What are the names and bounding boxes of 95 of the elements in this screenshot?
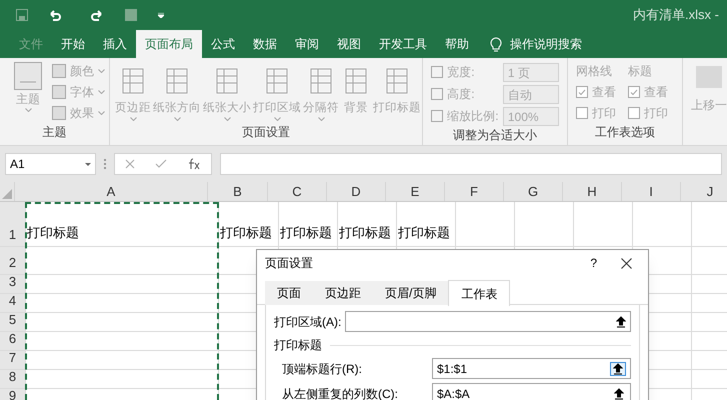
title-range-field[interactable]: $A:$A	[432, 383, 631, 400]
row-header[interactable]: 7	[0, 351, 25, 369]
column-header[interactable]: J	[680, 182, 727, 201]
column-header[interactable]: E	[385, 182, 444, 201]
checkbox-label: 打印	[644, 105, 668, 122]
checkmark-icon	[578, 88, 586, 96]
confirm-icon[interactable]	[155, 159, 167, 169]
checkbox-label: 查看	[592, 84, 616, 101]
group-label: 主题	[42, 124, 68, 141]
chevron-down-icon	[24, 108, 32, 112]
column-header[interactable]: B	[207, 182, 267, 201]
column-header[interactable]: D	[326, 182, 385, 201]
swatch-icon	[52, 85, 66, 99]
option-heading: 标题	[628, 63, 653, 80]
theme-icon	[14, 62, 42, 90]
row-header[interactable]: 3	[0, 275, 25, 293]
field-label: 从左侧重复的列数(C):	[282, 386, 399, 400]
column-header[interactable]: H	[562, 182, 621, 201]
checkbox-label: 查看	[644, 84, 668, 101]
table-cell-text: 打印标题	[279, 224, 332, 242]
checkmark-icon	[630, 88, 638, 96]
ribbon-tab[interactable]: 页面布局	[136, 30, 202, 58]
dialog-tab[interactable]: 页眉/页脚	[373, 281, 448, 305]
print-area-field[interactable]	[345, 311, 631, 332]
table-cell-text: 打印标题	[26, 224, 79, 242]
collapse-dialog-icon[interactable]	[613, 362, 623, 374]
collapse-dialog-icon[interactable]	[616, 316, 626, 328]
save-icon[interactable]	[16, 9, 28, 21]
field-label: 缩放比例:	[447, 108, 499, 125]
help-button[interactable]: ?	[590, 254, 597, 272]
option-heading: 网格线	[576, 63, 613, 80]
swatch-icon	[52, 106, 66, 120]
field-label: 高度:	[447, 86, 475, 103]
row-header[interactable]: 6	[0, 332, 25, 350]
lightbulb-icon	[490, 36, 502, 52]
ribbon-tab[interactable]: 开发工具	[370, 30, 436, 58]
column-header[interactable]: A	[14, 182, 207, 201]
chevron-down-icon	[130, 117, 137, 122]
ribbon-tab[interactable]: 插入	[94, 30, 136, 58]
dialog-tab[interactable]: 页面	[265, 281, 313, 305]
close-icon[interactable]	[621, 258, 632, 268]
column-header[interactable]: G	[503, 182, 562, 201]
dialog-tab[interactable]: 工作表	[448, 280, 510, 306]
table-cell-text: 打印标题	[338, 224, 391, 242]
name-box[interactable]: A1	[5, 153, 96, 175]
chevron-down-icon	[98, 90, 105, 94]
column-header[interactable]: I	[621, 182, 680, 201]
scale-icon	[431, 88, 444, 100]
insert-function-icon[interactable]	[187, 158, 201, 170]
dialog-tab[interactable]: 页边距	[313, 281, 373, 305]
row-header[interactable]: 5	[0, 313, 25, 331]
touch-mode-icon[interactable]	[124, 8, 138, 22]
select-all-icon[interactable]	[2, 189, 12, 199]
group-label: 页面设置	[241, 124, 292, 141]
cancel-icon[interactable]	[125, 159, 135, 169]
window-title: 内有清单.xlsx -	[633, 6, 719, 24]
chevron-down-icon	[174, 117, 181, 122]
row-header[interactable]: 4	[0, 294, 25, 312]
chevron-down-icon	[318, 117, 325, 122]
swatch-icon	[52, 64, 66, 78]
formula-input[interactable]	[220, 153, 722, 175]
row-header[interactable]: 8	[0, 370, 25, 388]
field-label: 顶端标题行(R):	[282, 360, 363, 378]
row-header[interactable]: 1	[0, 202, 25, 246]
table-cell-text: 打印标题	[219, 224, 272, 242]
title-range-field[interactable]: $1:$1	[432, 358, 631, 379]
ribbon-tab[interactable]: 数据	[244, 30, 286, 58]
field-label: 宽度:	[447, 64, 475, 81]
group-label: 工作表选项	[594, 124, 656, 141]
section-heading: 打印标题	[274, 337, 322, 354]
dropdown-icon	[85, 162, 91, 166]
row-header[interactable]: 9	[0, 389, 25, 400]
field-label: 打印区域(A):	[274, 314, 342, 330]
collapse-dialog-icon[interactable]	[614, 388, 624, 400]
chevron-down-icon	[98, 111, 105, 115]
chevron-down-icon	[274, 117, 281, 122]
ribbon-tab[interactable]: 公式	[202, 30, 244, 58]
scale-icon	[431, 66, 444, 78]
table-cell-text: 打印标题	[397, 224, 450, 242]
ribbon-tab[interactable]: 视图	[328, 30, 370, 58]
column-header[interactable]: C	[267, 182, 326, 201]
ribbon-tab[interactable]: 帮助	[436, 30, 478, 58]
row-header[interactable]: 2	[0, 247, 25, 274]
tell-me-search[interactable]: 操作说明搜索	[510, 35, 582, 53]
column-header[interactable]: F	[444, 182, 503, 201]
ribbon-tab[interactable]: 审阅	[286, 30, 328, 58]
ribbon-tab[interactable]: 开始	[52, 30, 94, 58]
layer-icon	[696, 66, 722, 88]
chevron-down-icon	[224, 117, 231, 122]
customize-toolbar-icon[interactable]	[158, 12, 164, 18]
checkbox-label: 打印	[592, 105, 616, 122]
dialog-title: 页面设置	[265, 255, 313, 272]
scale-icon	[431, 110, 444, 122]
group-label: 调整为合适大小	[452, 127, 538, 144]
chevron-down-icon	[98, 69, 105, 73]
